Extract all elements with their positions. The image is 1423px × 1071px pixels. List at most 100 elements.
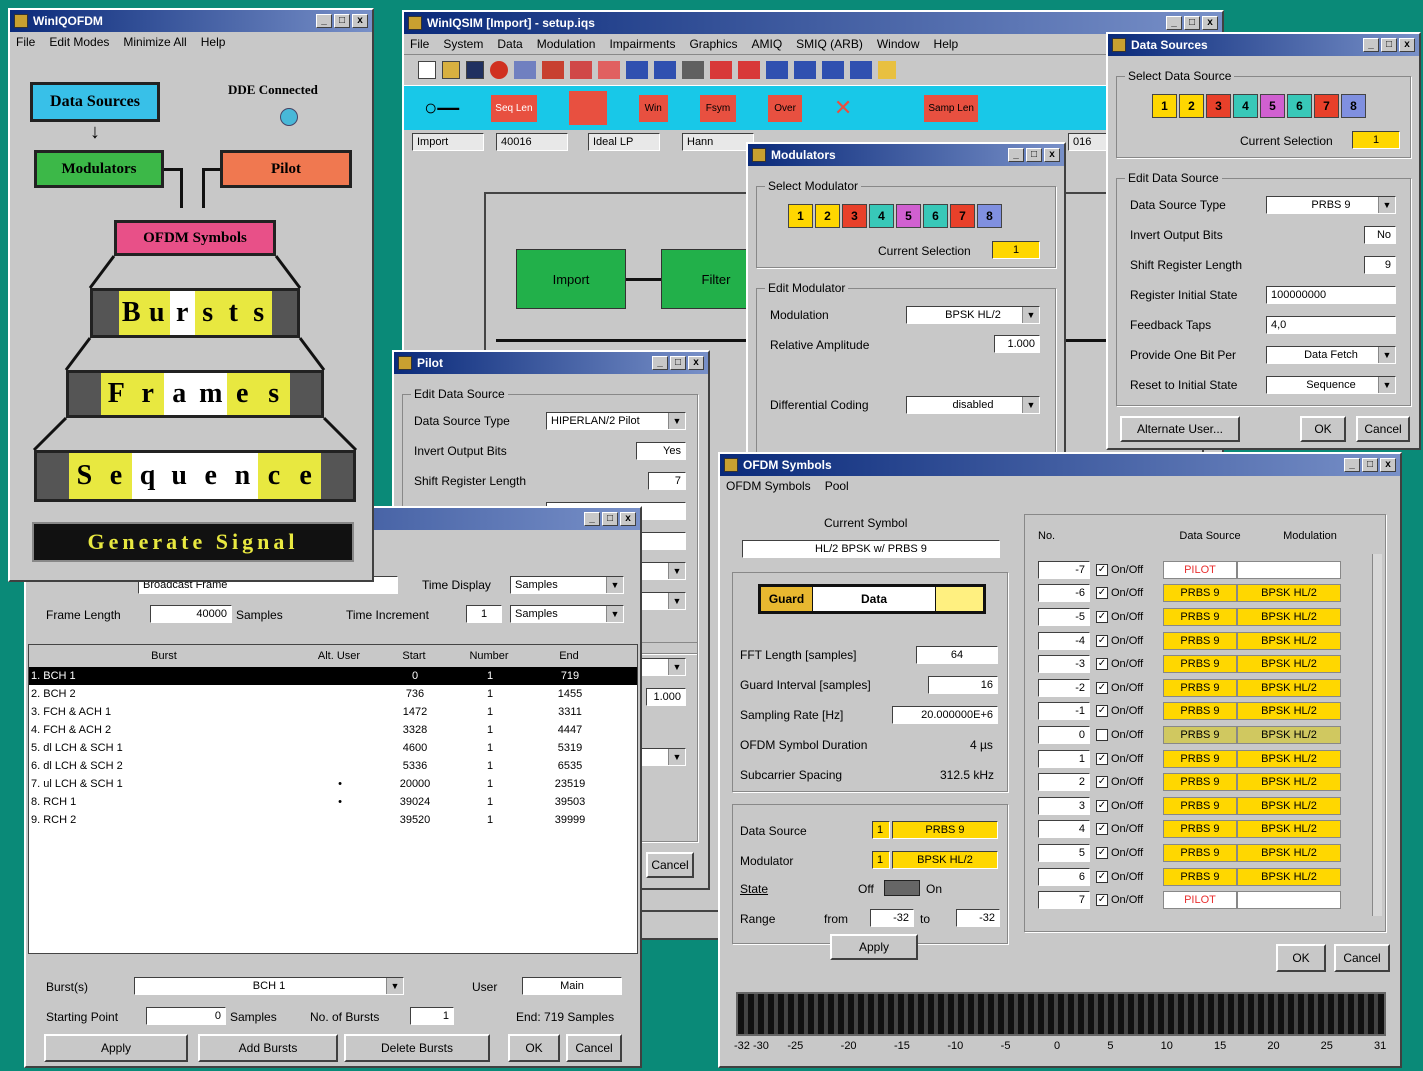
sub-data-source[interactable]: PILOT <box>1163 891 1237 910</box>
menu-help[interactable]: Help <box>934 37 959 51</box>
num-8[interactable]: 8 <box>977 204 1002 228</box>
fft-field[interactable]: 64 <box>916 646 998 664</box>
pilot-diff-select[interactable] <box>640 748 686 766</box>
sub-data-source[interactable]: PRBS 9 <box>1163 655 1237 674</box>
sub-modulation[interactable]: BPSK HL/2 <box>1237 702 1341 721</box>
menu-graphics[interactable]: Graphics <box>689 37 737 51</box>
menu-impairments[interactable]: Impairments <box>609 37 675 51</box>
grid-icon[interactable] <box>626 61 648 79</box>
filter-icon[interactable] <box>710 61 732 79</box>
carrier-slider[interactable] <box>736 992 1386 1036</box>
bars-icon[interactable] <box>598 61 620 79</box>
subcarrier-row[interactable]: -5 ✓ On/Off PRBS 9 BPSK HL/2 <box>1038 605 1368 629</box>
sub-modulation[interactable]: BPSK HL/2 <box>1237 820 1341 839</box>
close-button[interactable]: x <box>1380 458 1396 472</box>
subcarrier-row[interactable]: -1 ✓ On/Off PRBS 9 BPSK HL/2 <box>1038 700 1368 724</box>
maximize-button[interactable]: □ <box>670 356 686 370</box>
onoff-checkbox[interactable]: ✓ <box>1096 587 1108 600</box>
field-hann[interactable]: Hann <box>682 133 754 151</box>
tool-icon[interactable] <box>514 61 536 79</box>
minimize-button[interactable]: _ <box>1166 16 1182 30</box>
open-icon[interactable] <box>442 61 460 79</box>
time-display-select[interactable]: Samples <box>510 576 624 594</box>
tool-fsym[interactable]: Fsym <box>699 94 737 122</box>
close-button[interactable]: x <box>1399 38 1415 52</box>
onoff-checkbox[interactable]: ✓ <box>1096 610 1108 623</box>
onoff-checkbox[interactable] <box>1096 728 1108 741</box>
frames-button[interactable]: Frames <box>66 370 324 418</box>
tool-over[interactable]: Over <box>768 94 802 122</box>
frame-length-field[interactable]: 40000 <box>150 605 232 623</box>
table-row[interactable]: 4. FCH & ACH 2 3328 1 4447 <box>29 721 637 739</box>
num-1[interactable]: 1 <box>1152 94 1177 118</box>
minimize-button[interactable]: _ <box>1008 148 1024 162</box>
onoff-checkbox[interactable]: ✓ <box>1096 846 1108 859</box>
num-2[interactable]: 2 <box>815 204 840 228</box>
sub-modulation[interactable] <box>1237 560 1341 579</box>
starting-point-field[interactable]: 0 <box>146 1007 226 1025</box>
onoff-checkbox[interactable]: ✓ <box>1096 894 1108 907</box>
table-row[interactable]: 8. RCH 1 • 39024 1 39503 <box>29 793 637 811</box>
type-select[interactable]: HIPERLAN/2 Pilot <box>546 412 686 430</box>
current-symbol-field[interactable]: HL/2 BPSK w/ PRBS 9 <box>742 540 1000 558</box>
spectrum-icon[interactable] <box>738 61 760 79</box>
tool-win[interactable]: Win <box>638 94 668 122</box>
reset-select[interactable]: Sequence <box>1266 376 1396 394</box>
field-import[interactable]: Import <box>412 133 484 151</box>
import-block[interactable]: Import <box>516 249 626 309</box>
num-6[interactable]: 6 <box>923 204 948 228</box>
menu-data[interactable]: Data <box>497 37 522 51</box>
maximize-button[interactable]: □ <box>602 512 618 526</box>
num-2[interactable]: 2 <box>1179 94 1204 118</box>
menu-pool[interactable]: Pool <box>825 479 849 493</box>
onoff-checkbox[interactable]: ✓ <box>1096 681 1108 694</box>
sub-data-source[interactable]: PRBS 9 <box>1163 702 1237 721</box>
shift-field[interactable]: 7 <box>648 472 686 490</box>
ok-button[interactable]: OK <box>1300 416 1346 442</box>
sub-data-source[interactable]: PRBS 9 <box>1163 678 1237 697</box>
save-icon[interactable] <box>466 61 484 79</box>
close-button[interactable]: x <box>1044 148 1060 162</box>
onoff-checkbox[interactable]: ✓ <box>1096 634 1108 647</box>
source-icon[interactable]: ○— <box>424 95 459 121</box>
minimize-button[interactable]: _ <box>652 356 668 370</box>
sub-modulation[interactable]: BPSK HL/2 <box>1237 725 1341 744</box>
state-toggle[interactable] <box>884 880 920 896</box>
sub-data-source[interactable]: PRBS 9 <box>1163 725 1237 744</box>
sub-data-source[interactable]: PRBS 9 <box>1163 820 1237 839</box>
subcarrier-row[interactable]: 4 ✓ On/Off PRBS 9 BPSK HL/2 <box>1038 818 1368 842</box>
onoff-checkbox[interactable]: ✓ <box>1096 658 1108 671</box>
reset-select[interactable] <box>636 592 686 610</box>
num-4[interactable]: 4 <box>869 204 894 228</box>
filter-block-icon[interactable] <box>568 91 607 125</box>
sub-modulation[interactable]: BPSK HL/2 <box>1237 773 1341 792</box>
provide-select[interactable]: Data Fetch <box>1266 346 1396 364</box>
time-increment-unit[interactable]: Samples <box>510 605 624 623</box>
minimize-button[interactable]: _ <box>584 512 600 526</box>
sub-data-source[interactable]: PRBS 9 <box>1163 867 1237 886</box>
table-row[interactable]: 3. FCH & ACH 1 1472 1 3311 <box>29 703 637 721</box>
pilot-amp-field[interactable]: 1.000 <box>646 688 686 706</box>
sub-data-source[interactable]: PRBS 9 <box>1163 749 1237 768</box>
sub-data-source[interactable]: PILOT <box>1163 560 1237 579</box>
close-button[interactable]: x <box>620 512 636 526</box>
add-bursts-button[interactable]: Add Bursts <box>198 1034 338 1062</box>
num-6[interactable]: 6 <box>1287 94 1312 118</box>
minimize-button[interactable]: _ <box>1344 458 1360 472</box>
ok-button[interactable]: OK <box>1276 944 1326 972</box>
sub-data-source[interactable]: PRBS 9 <box>1163 843 1237 862</box>
onoff-checkbox[interactable]: ✓ <box>1096 563 1108 576</box>
num-7[interactable]: 7 <box>1314 94 1339 118</box>
print-icon[interactable] <box>682 61 704 79</box>
mod-num[interactable]: 1 <box>872 851 890 869</box>
subcarrier-row[interactable]: 3 ✓ On/Off PRBS 9 BPSK HL/2 <box>1038 794 1368 818</box>
menu-modulation[interactable]: Modulation <box>537 37 596 51</box>
tool-samp-len[interactable]: Samp Len <box>924 94 978 122</box>
graph-icon[interactable] <box>570 61 592 79</box>
ruler-icon[interactable] <box>654 61 676 79</box>
num-5[interactable]: 5 <box>1260 94 1285 118</box>
field-40016[interactable]: 40016 <box>496 133 568 151</box>
minimize-button[interactable]: _ <box>1363 38 1379 52</box>
subcarrier-row[interactable]: 5 ✓ On/Off PRBS 9 BPSK HL/2 <box>1038 841 1368 865</box>
taps-field[interactable]: 4,0 <box>1266 316 1396 334</box>
